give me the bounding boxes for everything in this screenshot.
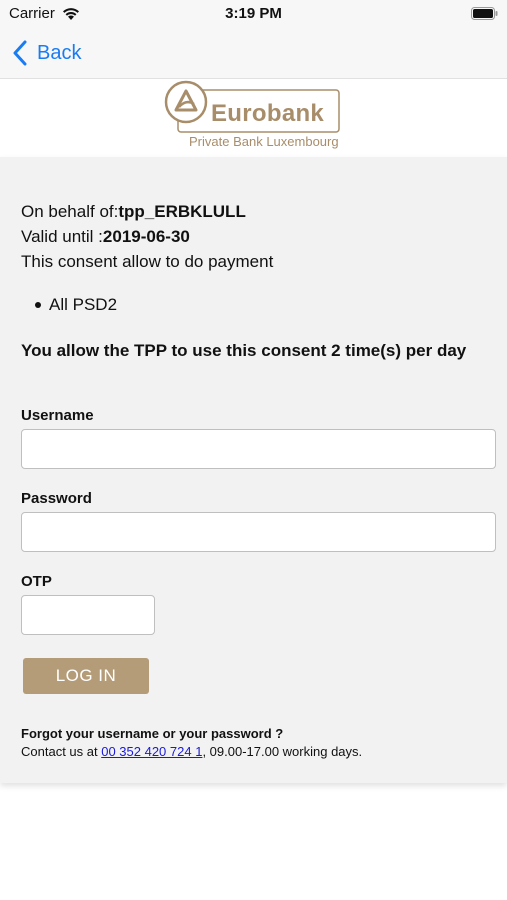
consent-description: This consent allow to do payment	[21, 252, 274, 271]
valid-until-label: Valid until :	[21, 227, 103, 246]
scope-list-item: All PSD2	[49, 295, 118, 314]
back-label: Back	[37, 41, 82, 64]
password-label: Password	[21, 490, 92, 507]
forgot-credentials-title: Forgot your username or your password ?	[21, 726, 284, 741]
back-button[interactable]: Back	[12, 38, 81, 68]
on-behalf-line: On behalf of:tpp_ERBKLULL	[21, 202, 246, 222]
on-behalf-label: On behalf of:	[21, 202, 119, 221]
otp-input[interactable]	[21, 595, 155, 635]
consent-panel: On behalf of:tpp_ERBKLULL Valid until :2…	[0, 157, 507, 783]
contact-hours: , 09.00-17.00 working days.	[202, 744, 363, 759]
tpp-id: tpp_ERBKLULL	[118, 202, 246, 221]
navigation-bar: Back	[0, 28, 507, 79]
clock-time: 3:19 PM	[225, 5, 282, 22]
chevron-left-icon	[13, 40, 27, 66]
bank-logo-header: Eurobank Private Bank Luxembourg	[0, 80, 507, 157]
contact-line: Contact us at 00 352 420 724 1, 09.00-17…	[21, 744, 362, 759]
battery-icon	[471, 7, 498, 20]
logo-wordmark: Eurobank	[211, 100, 325, 127]
contact-phone-link[interactable]: 00 352 420 724 1	[101, 744, 202, 759]
bullet-icon	[35, 302, 41, 308]
valid-until-line: Valid until :2019-06-30	[21, 227, 190, 247]
otp-label: OTP	[21, 573, 52, 590]
password-input[interactable]	[21, 512, 496, 552]
logo-tagline: Private Bank Luxembourg	[189, 134, 339, 149]
username-label: Username	[21, 407, 94, 424]
status-bar: Carrier 3:19 PM	[0, 0, 507, 28]
valid-until-date: 2019-06-30	[102, 227, 190, 246]
login-button[interactable]: LOG IN	[23, 658, 149, 694]
contact-prefix: Contact us at	[21, 744, 102, 759]
consent-usage-text: You allow the TPP to use this consent 2 …	[21, 341, 467, 360]
username-input[interactable]	[21, 429, 496, 469]
